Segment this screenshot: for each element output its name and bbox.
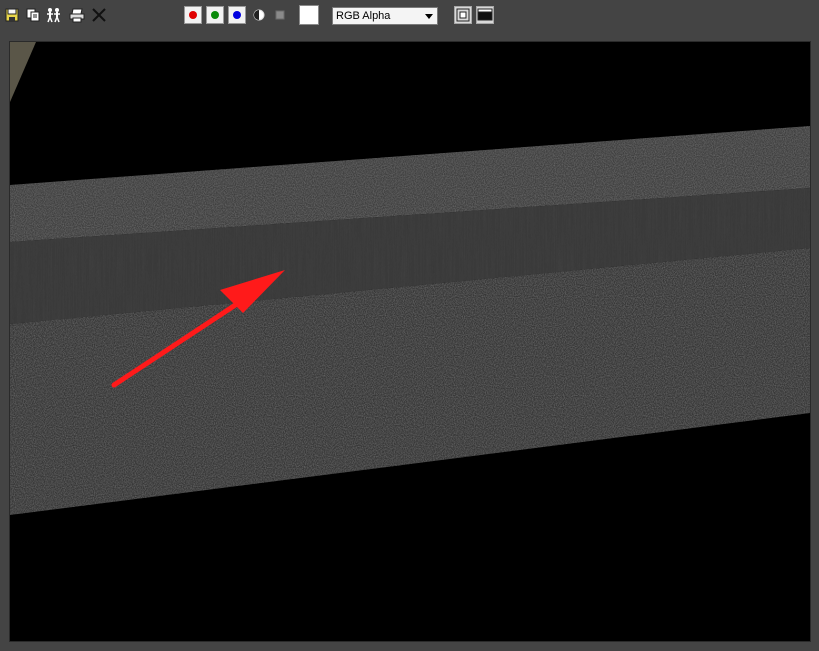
blue-channel-button[interactable]: [228, 6, 246, 24]
toggle-display-button[interactable]: [476, 6, 494, 24]
clear-icon[interactable]: [91, 7, 107, 23]
save-icon[interactable]: [4, 7, 20, 23]
corner-geometry: [10, 42, 36, 102]
clone-window-icon[interactable]: [46, 7, 62, 23]
green-channel-button[interactable]: [206, 6, 224, 24]
red-channel-button[interactable]: [184, 6, 202, 24]
display-icon: [477, 8, 493, 21]
blue-dot-icon: [233, 11, 241, 19]
monochrome-icon[interactable]: [252, 8, 268, 24]
render-viewport[interactable]: [9, 41, 811, 642]
print-icon[interactable]: [69, 7, 85, 23]
channel-display-value: RGB Alpha: [336, 10, 391, 22]
green-dot-icon: [211, 11, 219, 19]
toggle-ui-overlay-button[interactable]: [454, 6, 472, 24]
overlay-icon: [456, 8, 470, 22]
red-dot-icon: [189, 11, 197, 19]
alpha-square-icon[interactable]: [273, 8, 289, 24]
channel-display-select[interactable]: RGB Alpha: [332, 7, 438, 25]
toolbar: RGB Alpha: [0, 0, 819, 32]
render-frame-window: RGB Alpha: [0, 0, 819, 651]
render-image: [10, 42, 810, 515]
copy-icon[interactable]: [25, 7, 41, 23]
chevron-down-icon: [425, 14, 433, 19]
color-swatch[interactable]: [299, 5, 319, 25]
